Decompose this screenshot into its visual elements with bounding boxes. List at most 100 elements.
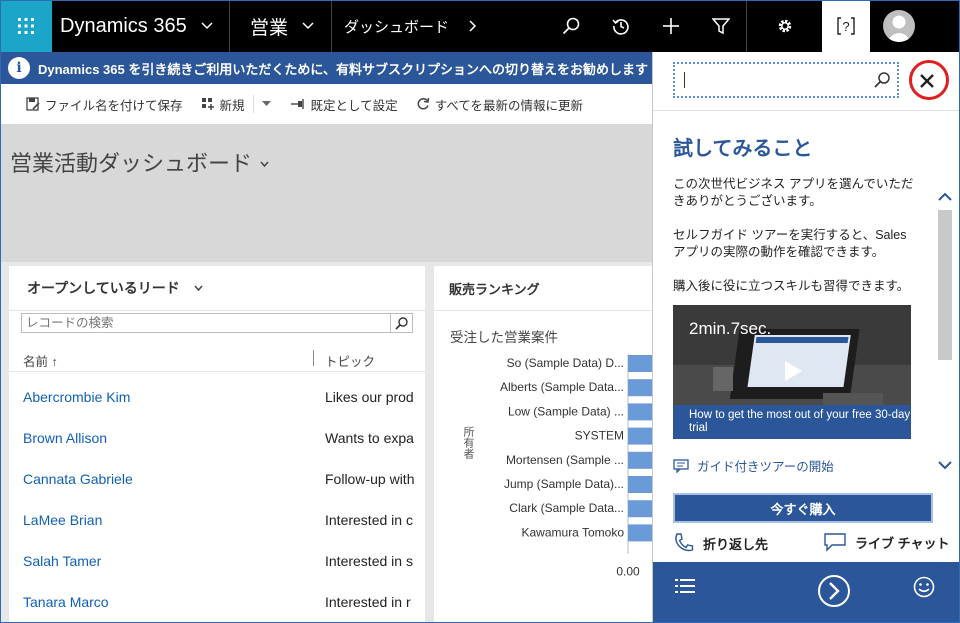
filter-icon [712, 18, 730, 35]
recent-button[interactable] [596, 0, 646, 52]
help-paragraph-1: この次世代ビジネス アプリを選んでいただきありがとうございます。 [673, 177, 914, 208]
ranking-header: 販売ランキング [434, 266, 654, 311]
new-label: 新規 [219, 98, 245, 113]
lead-name-link[interactable]: Tanara Marco [23, 594, 109, 610]
gear-icon [778, 19, 791, 33]
record-search-button[interactable] [390, 314, 412, 332]
search-icon [395, 316, 408, 330]
smiley-feedback-icon[interactable] [913, 576, 935, 598]
table-row[interactable]: Abercrombie Kim Likes our prod [9, 377, 425, 418]
phone-icon [675, 533, 694, 552]
help-search-input[interactable] [681, 66, 867, 94]
search-button[interactable] [546, 0, 596, 52]
column-divider [313, 350, 314, 366]
live-chat-label: ライブ チャット [855, 535, 950, 551]
info-icon: i [8, 57, 30, 79]
guided-tour-label: ガイド付きツアーの開始 [697, 460, 834, 474]
brand-label: Dynamics 365 [60, 14, 187, 37]
tour-video[interactable]: 2min.7sec. How to get the most out of yo… [673, 305, 911, 439]
lead-name-link[interactable]: Brown Allison [23, 430, 107, 446]
column-topic[interactable]: トピック [325, 351, 375, 370]
highlight-ring [909, 60, 949, 100]
set-default-label: 既定として設定 [310, 98, 398, 113]
record-search-input[interactable] [22, 314, 390, 332]
divider [653, 110, 960, 111]
video-caption: How to get the most out of your free 30-… [673, 405, 911, 439]
text-caret [684, 72, 685, 88]
help-title: 試してみること [673, 138, 813, 160]
search-icon[interactable] [873, 71, 891, 89]
svg-text:?: ? [842, 19, 849, 34]
user-profile-button[interactable] [870, 0, 928, 52]
dashboard-selector[interactable]: 営業活動ダッシュボード [10, 146, 269, 178]
help-scrollbar[interactable] [935, 176, 955, 480]
chevron-right-icon [469, 20, 477, 32]
save-as-button[interactable]: ファイル名を付けて保存 [26, 95, 183, 114]
top-nav: Dynamics 365 営業 ダッシュボード ? [0, 0, 960, 52]
dashboard-header: 営業活動ダッシュボード [0, 124, 652, 262]
table-row[interactable]: Cannata Gabriele Follow-up with [9, 459, 425, 500]
chart-bar[interactable] [628, 379, 654, 397]
help-paragraph-3: 購入後に役に立つスキルも習得できます。 [673, 279, 910, 293]
new-dropdown-button[interactable] [252, 95, 276, 113]
open-leads-panel: オープンしているリード 名前 ↑ トピック Abercrombie Kim Li… [9, 266, 425, 623]
lead-name-link[interactable]: LaMee Brian [23, 512, 102, 528]
chart-bar[interactable] [628, 524, 654, 542]
lead-name-link[interactable]: Salah Tamer [23, 553, 101, 569]
table-row[interactable]: Brown Allison Wants to expa [9, 418, 425, 459]
app-launcher-button[interactable] [0, 0, 52, 52]
chart-bar[interactable] [628, 451, 654, 469]
area-menu[interactable]: 営業 [230, 0, 332, 52]
chart-bar[interactable] [628, 476, 654, 493]
brand-menu[interactable]: Dynamics 365 [52, 0, 230, 52]
chart-bar[interactable] [628, 355, 654, 372]
next-arrow-icon[interactable] [817, 574, 851, 608]
quick-create-button[interactable] [646, 0, 696, 52]
plus-icon [663, 18, 679, 34]
lead-name-link[interactable]: Abercrombie Kim [23, 389, 130, 405]
refresh-icon [417, 97, 429, 110]
chart-bar[interactable] [628, 500, 654, 518]
leads-column-header: 名前 ↑ トピック [9, 346, 425, 372]
table-row[interactable]: LaMee Brian Interested in c [9, 500, 425, 541]
pin-icon [290, 99, 304, 109]
menu-list-icon[interactable] [675, 578, 695, 594]
callback-button[interactable]: 折り返し先 [673, 532, 768, 554]
table-row[interactable]: Tanara Marco Interested in r [9, 582, 425, 623]
lead-topic: Interested in s [325, 553, 413, 569]
scroll-down-icon[interactable] [938, 460, 952, 470]
lead-name-link[interactable]: Cannata Gabriele [23, 471, 133, 487]
settings-button[interactable] [746, 0, 822, 52]
record-search [21, 313, 413, 333]
scroll-up-icon[interactable] [938, 192, 952, 202]
help-button[interactable]: ? [822, 0, 870, 52]
chart-category-label: Kawamura Tomoko [522, 525, 625, 539]
waffle-icon [18, 18, 34, 34]
new-button[interactable]: 新規 [201, 95, 245, 114]
buy-now-button[interactable]: 今すぐ購入 [673, 493, 933, 523]
sales-ranking-panel: 販売ランキング 受注した営業案件 所有者 So (Sample Data) D.… [434, 266, 654, 623]
new-dashboard-icon [201, 98, 214, 110]
breadcrumb[interactable]: ダッシュボード [332, 0, 546, 52]
breadcrumb-label: ダッシュボード [344, 18, 450, 36]
chart-category-label: Mortensen (Sample ... [506, 453, 624, 467]
leads-view-selector[interactable]: オープンしているリード [9, 266, 425, 311]
advanced-find-button[interactable] [696, 0, 746, 52]
chart-title: 受注した営業案件 [450, 330, 558, 345]
chevron-down-icon [302, 22, 314, 30]
refresh-all-button[interactable]: すべてを最新の情報に更新 [416, 95, 583, 114]
chart-bar[interactable] [628, 427, 654, 445]
close-help-button[interactable] [909, 60, 949, 100]
chevron-down-icon [194, 285, 203, 291]
chart-category-label: Jump (Sample Data)... [504, 477, 624, 491]
chart-x-tick-label: 0.00 [616, 565, 640, 579]
play-button[interactable] [776, 354, 810, 388]
live-chat-button[interactable]: ライブ チャット [823, 532, 949, 552]
chart-bar[interactable] [628, 403, 654, 421]
scrollbar-thumb[interactable] [938, 210, 952, 360]
column-name[interactable]: 名前 ↑ [23, 351, 58, 370]
guided-tour-link[interactable]: ガイド付きツアーの開始 [673, 456, 834, 475]
history-icon [612, 19, 629, 35]
table-row[interactable]: Salah Tamer Interested in s [9, 541, 425, 582]
set-default-button[interactable]: 既定として設定 [290, 95, 398, 114]
